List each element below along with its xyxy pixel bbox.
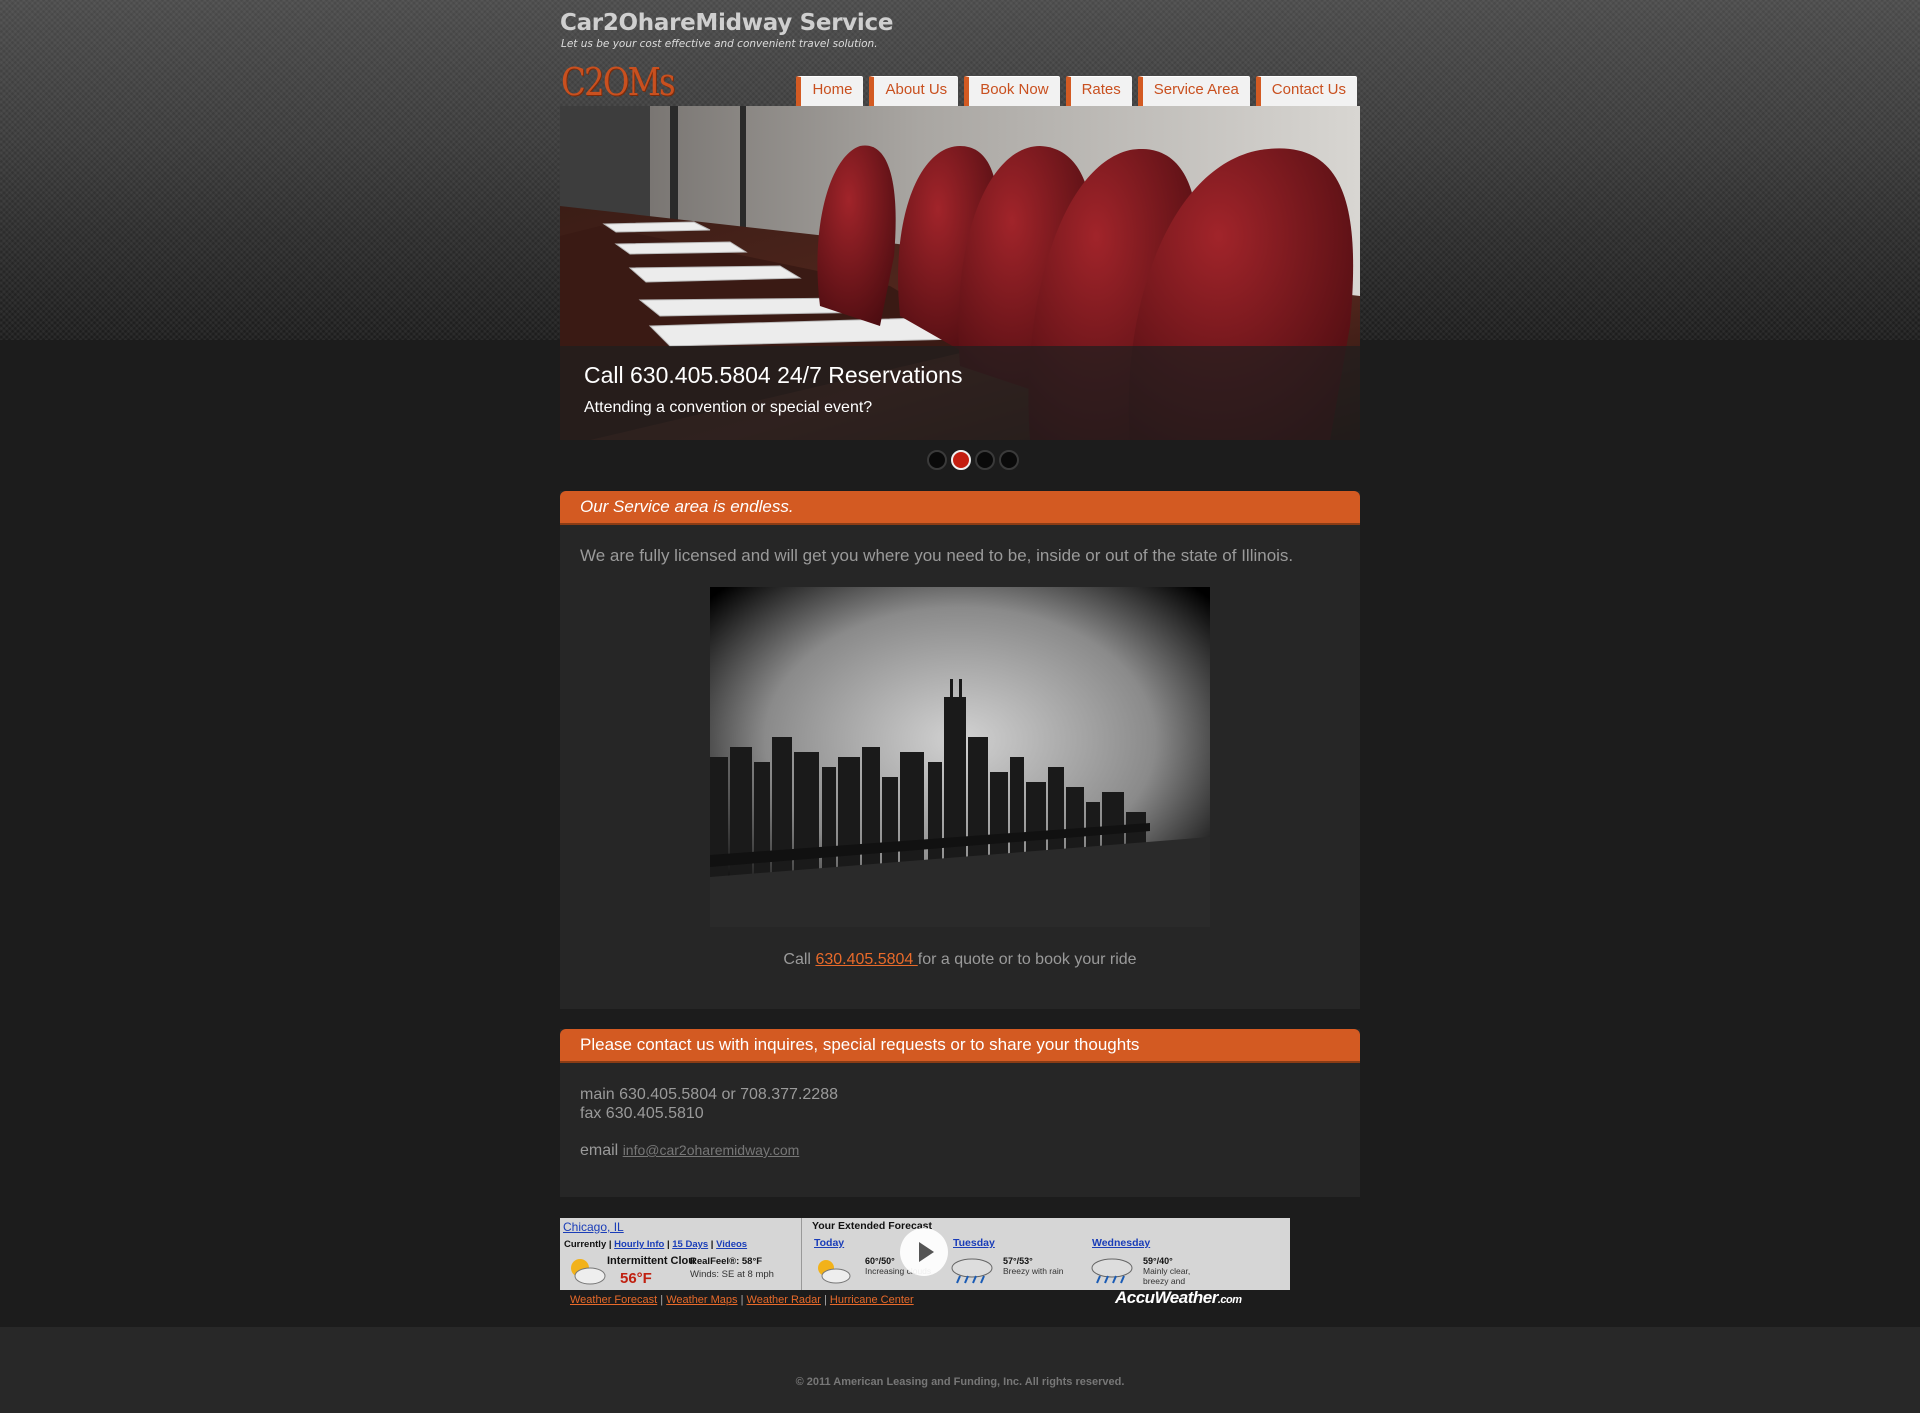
play-video-button[interactable] — [900, 1228, 948, 1276]
slider-dot-2[interactable] — [951, 450, 971, 470]
forecast-today-temps: 60°/50° — [865, 1256, 895, 1266]
forecast-wednesday-temps: 59°/40° — [1143, 1256, 1173, 1266]
slider-caption-subtitle: Attending a convention or special event? — [584, 399, 873, 416]
page-footer: © 2011 American Leasing and Funding, Inc… — [0, 1327, 1920, 1413]
nav-book-now[interactable]: Book Now — [964, 76, 1060, 106]
partly-cloudy-icon — [571, 1259, 606, 1285]
nav-home[interactable]: Home — [796, 76, 864, 106]
weather-hourly-link[interactable]: Hourly Info — [614, 1239, 664, 1250]
copyright-text: © 2011 American Leasing and Funding, Inc… — [795, 1376, 1125, 1388]
weather-currently-label: Currently — [564, 1239, 607, 1250]
weather-links-row: Currently | Hourly Info | 15 Days | Vide… — [564, 1239, 748, 1250]
site-tagline: Let us be your cost effective and conven… — [561, 38, 878, 50]
site-title: Car2OhareMidway Service — [560, 10, 894, 36]
forecast-day-today[interactable]: Today — [814, 1237, 844, 1249]
weather-city-link[interactable]: Chicago, IL — [563, 1220, 624, 1234]
rain-cloud-icon — [951, 1258, 993, 1284]
contact-main-line: main 630.405.5804 or 708.377.2288 — [580, 1086, 838, 1103]
accuweather-brand: AccuWeather — [1115, 1288, 1218, 1307]
weather-footer-links: Weather Forecast | Weather Maps | Weathe… — [570, 1294, 914, 1306]
weather-condition: Intermittent Clou — [607, 1255, 695, 1267]
nav-contact-us[interactable]: Contact Us — [1255, 76, 1357, 106]
accuweather-suffix: .com — [1217, 1294, 1242, 1306]
accuweather-logo[interactable]: AccuWeather.com — [1115, 1288, 1242, 1308]
sun-cloud-icon — [818, 1260, 851, 1284]
weather-wind: Winds: SE at 8 mph — [690, 1269, 774, 1280]
weather-realfeel: RealFeel®: 58°F — [690, 1256, 763, 1267]
call-line: Call 630.405.5804 for a quote or to book… — [580, 951, 1340, 969]
forecast-wednesday-details: 59°/40° Mainly clear, breezy and — [1143, 1256, 1213, 1286]
slider-dot-3[interactable] — [975, 450, 995, 470]
slider-dot-4[interactable] — [999, 450, 1019, 470]
hero-slider[interactable]: Call 630.405.5804 24/7 Reservations Atte… — [560, 106, 1360, 440]
weather-maps-link[interactable]: Weather Maps — [666, 1294, 737, 1306]
weather-widget: Chicago, IL Currently | Hourly Info | 15… — [560, 1218, 1290, 1290]
forecast-wednesday-desc: Mainly clear, breezy and — [1143, 1266, 1191, 1286]
slider-dot-1[interactable] — [927, 450, 947, 470]
call-suffix: for a quote or to book your ride — [917, 951, 1137, 968]
hurricane-center-link[interactable]: Hurricane Center — [830, 1294, 914, 1306]
weather-current: Chicago, IL Currently | Hourly Info | 15… — [560, 1218, 802, 1290]
call-prefix: Call — [783, 951, 816, 968]
weather-forecast-link[interactable]: Weather Forecast — [570, 1294, 657, 1306]
nav-rates[interactable]: Rates — [1065, 76, 1132, 106]
forecast-tuesday-desc: Breezy with rain — [1003, 1266, 1064, 1276]
email-label: email — [580, 1142, 623, 1159]
slider-caption-title: Call 630.405.5804 24/7 Reservations — [584, 362, 963, 388]
service-area-heading: Our Service area is endless. — [560, 491, 1360, 525]
contact-fax-line: fax 630.405.5810 — [580, 1105, 704, 1122]
forecast-day-wednesday[interactable]: Wednesday — [1092, 1237, 1150, 1249]
weather-videos-link[interactable]: Videos — [716, 1239, 747, 1250]
main-nav: Home About Us Book Now Rates Service Are… — [796, 76, 1357, 106]
rain-cloud-icon-2 — [1091, 1258, 1133, 1284]
weather-15days-link[interactable]: 15 Days — [672, 1239, 708, 1250]
nav-service-area[interactable]: Service Area — [1137, 76, 1250, 106]
site-logo[interactable]: C2OMs — [561, 60, 676, 104]
service-area-panel: Our Service area is endless. We are full… — [560, 491, 1360, 1009]
weather-radar-link[interactable]: Weather Radar — [747, 1294, 821, 1306]
contact-heading: Please contact us with inquires, special… — [560, 1029, 1360, 1063]
contact-body: main 630.405.5804 or 708.377.2288 fax 63… — [560, 1063, 1360, 1180]
email-link[interactable]: info@car2oharemidway.com — [623, 1142, 800, 1158]
nav-about-us[interactable]: About Us — [869, 76, 959, 106]
slider-caption: Call 630.405.5804 24/7 Reservations Atte… — [560, 346, 1360, 440]
contact-panel: Please contact us with inquires, special… — [560, 1029, 1360, 1197]
forecast-day-tuesday[interactable]: Tuesday — [953, 1237, 995, 1249]
weather-temp: 56°F — [620, 1270, 652, 1287]
service-area-body: We are fully licensed and will get you w… — [560, 525, 1360, 989]
forecast-tuesday-temps: 57°/53° — [1003, 1256, 1033, 1266]
contact-email-line: email info@car2oharemidway.com — [580, 1141, 1340, 1160]
service-area-text: We are fully licensed and will get you w… — [580, 546, 1294, 565]
call-phone-link[interactable]: 630.405.5804 — [815, 951, 917, 968]
chicago-skyline-image — [710, 587, 1210, 927]
forecast-tuesday-details: 57°/53° Breezy with rain — [1003, 1256, 1063, 1276]
slider-pagination — [927, 450, 1019, 470]
